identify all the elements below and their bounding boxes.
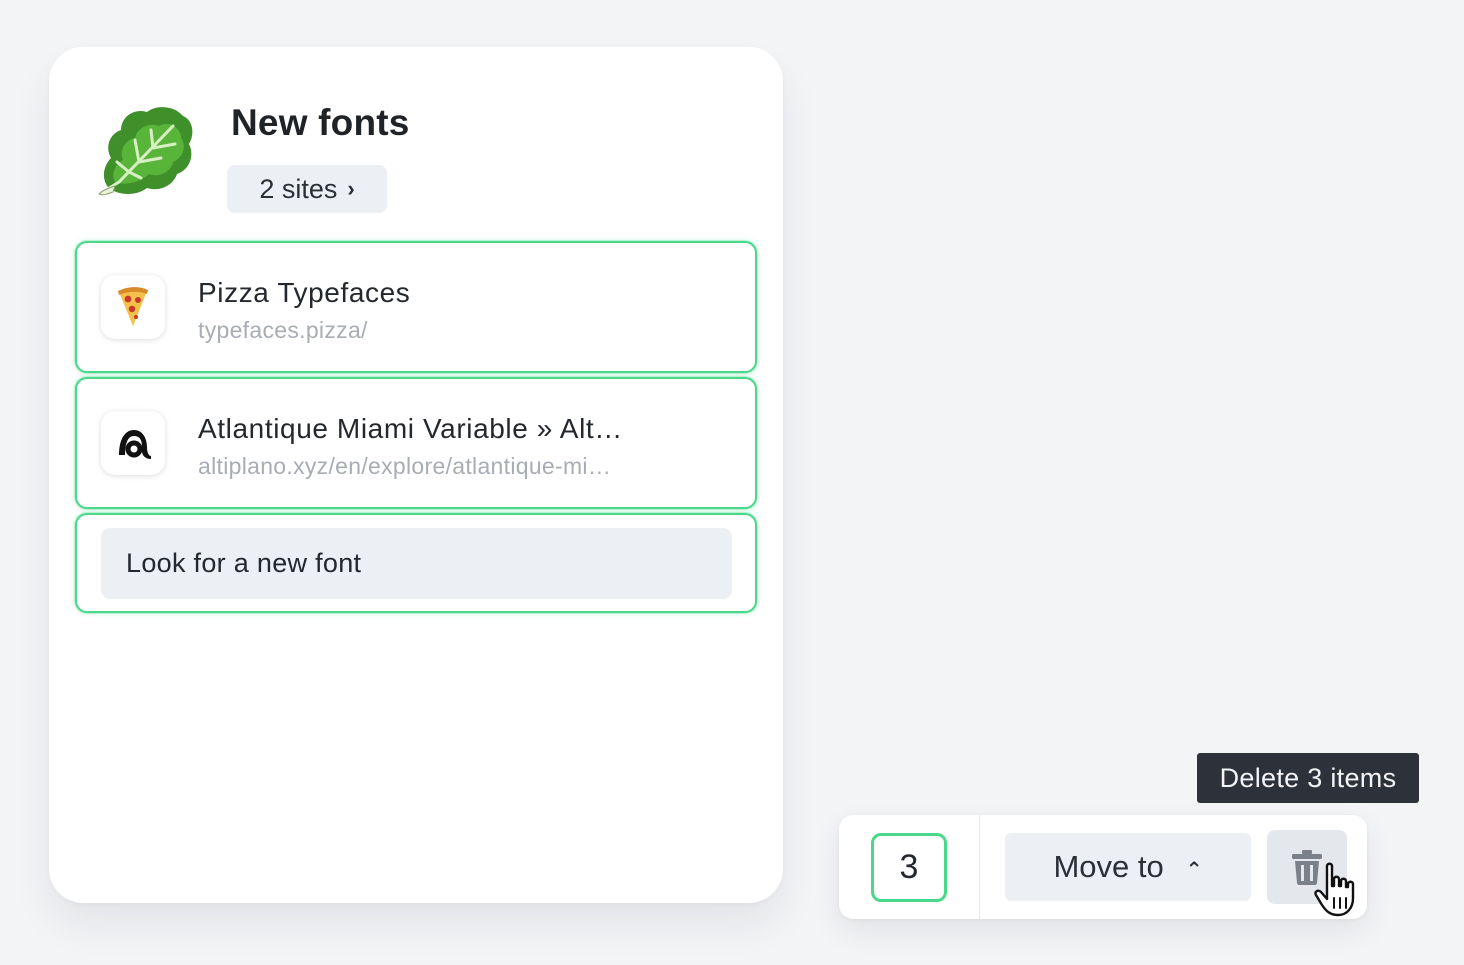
look-for-font-button[interactable]: Look for a new font [101, 528, 732, 599]
site-title: Pizza Typefaces [198, 277, 411, 308]
folder-title: New fonts [231, 102, 410, 143]
selected-count: 3 [871, 833, 947, 902]
move-to-label: Move to [1053, 849, 1164, 884]
leafy-green-icon [98, 107, 193, 196]
pizza-slice-icon [118, 287, 148, 326]
chevron-right-icon: › [347, 176, 355, 201]
delete-tooltip: Delete 3 items [1197, 753, 1419, 803]
altiplano-a-icon [119, 430, 151, 459]
chevron-up-icon: ⌃ [1185, 858, 1203, 881]
selection-toolbar: 3 Move to ⌃ [839, 815, 1367, 919]
site-title: Atlantique Miami Variable » Alt… [198, 413, 623, 444]
move-to-button[interactable]: Move to ⌃ [1005, 833, 1251, 901]
sites-label: 2 sites [259, 173, 338, 204]
site-url: altiplano.xyz/en/explore/atlantique-mi… [198, 453, 612, 479]
list-item[interactable]: Pizza Typefaces typefaces.pizza/ [75, 241, 757, 373]
site-url: typefaces.pizza/ [198, 317, 368, 343]
list-item[interactable]: Atlantique Miami Variable » Alt… altipla… [75, 377, 757, 509]
divider [979, 815, 980, 919]
hand-cursor-icon [1314, 862, 1355, 917]
site-favicon [101, 411, 165, 475]
new-font-item[interactable]: Look for a new font [75, 513, 757, 613]
sites-button[interactable]: 2 sites › [227, 165, 387, 213]
site-favicon [101, 275, 165, 339]
